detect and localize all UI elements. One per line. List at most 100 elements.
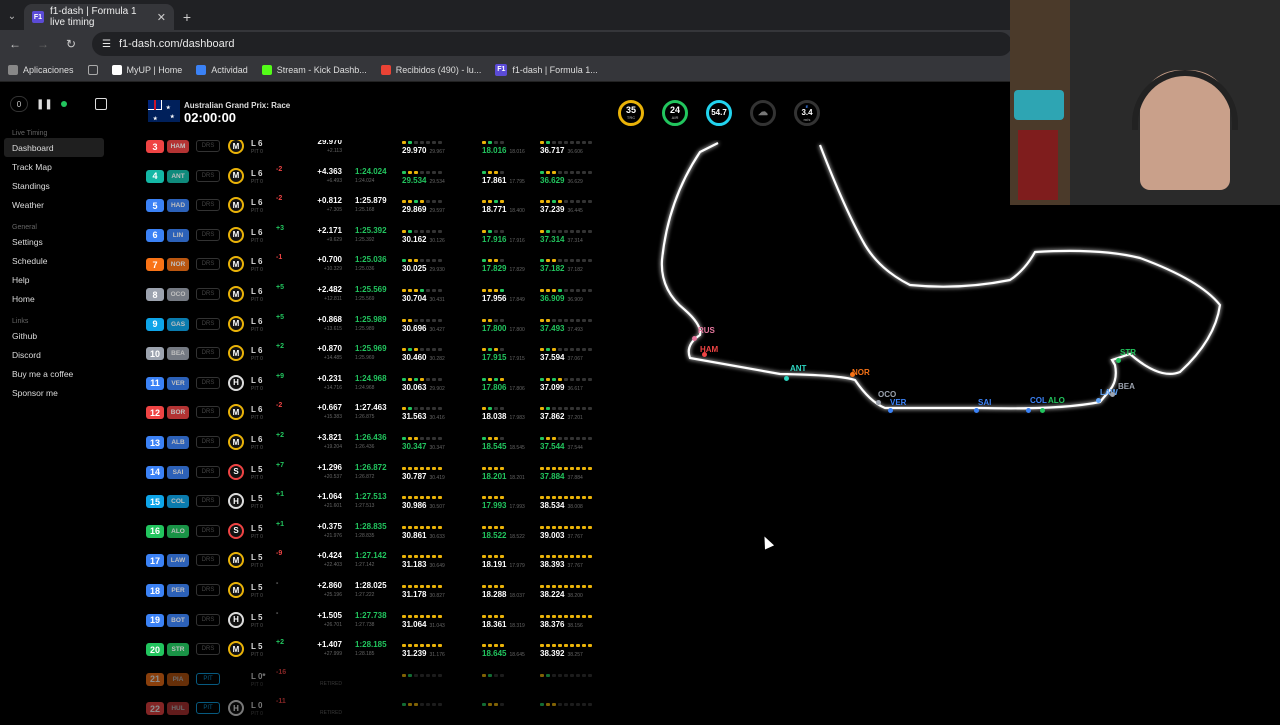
site-info-icon[interactable]: ☰: [102, 39, 111, 50]
forward-icon[interactable]: →: [36, 37, 50, 51]
sector-1: 30.347 30.347: [402, 428, 445, 457]
driver-row[interactable]: 20 STR DRS M L 5 PIT 0 +2 +1.407 +27.999 1:28.185…: [140, 635, 640, 665]
position-badge: 5: [146, 199, 164, 213]
position-delta: +5: [276, 313, 284, 321]
nav-help[interactable]: Help: [0, 270, 104, 289]
pit-count: PIT 0: [251, 445, 263, 451]
drs-indicator: DRS: [196, 140, 220, 152]
tyre-compound-icon: M: [228, 226, 244, 243]
driver-row[interactable]: 11 VER DRS H L 6 PIT 0 +9 +0.231 +14.716 1:24.968…: [140, 369, 640, 399]
drs-indicator: DRS: [196, 406, 220, 419]
sector-time: 31.563 30.416: [402, 412, 445, 422]
mini-sectors: [540, 348, 592, 352]
sector-1: 31.064 31.043: [402, 606, 445, 635]
back-icon[interactable]: ←: [8, 37, 22, 51]
position-badge: 3: [146, 140, 164, 153]
interval-gap: +1.407: [317, 640, 342, 650]
bookmark-myup[interactable]: MyUP | Home: [111, 64, 182, 75]
bookmark-apps[interactable]: Aplicaciones: [8, 64, 74, 75]
link-github[interactable]: Github: [0, 326, 104, 345]
mini-sectors: [540, 141, 592, 144]
driver-row[interactable]: 18 PER DRS M L 5 PIT 0 - +2.860 +25.196 1:28.025 1…: [140, 576, 640, 606]
driver-row[interactable]: 6 LIN DRS M L 6 PIT 0 +3 +2.171 +9.629 1:25.392 1:…: [140, 221, 640, 251]
nav-track-map[interactable]: Track Map: [0, 157, 104, 176]
leader-gap: +26.701: [323, 621, 342, 628]
driver-row[interactable]: 8 OCO DRS M L 6 PIT 0 +5 +2.482 +12.811 1:25.569 1…: [140, 280, 640, 310]
tyre-compound-icon: M: [228, 641, 244, 658]
pause-icon[interactable]: ❚❚: [36, 99, 53, 110]
interval-gap: +0.231: [317, 373, 342, 383]
best-lap-time: 1:28.835: [355, 532, 375, 539]
pit-count: PIT 0: [251, 385, 263, 392]
position-badge: 7: [146, 258, 164, 272]
link-discord[interactable]: Discord: [0, 345, 104, 364]
tyre-compound-icon: M: [228, 434, 244, 450]
position-delta: +2: [276, 639, 284, 647]
sector-1: 30.986 30.507: [402, 487, 445, 516]
nav-dashboard[interactable]: Dashboard: [4, 138, 104, 157]
best-lap-time: 1:24.024: [355, 177, 375, 184]
sidebar-toggle-icon[interactable]: [94, 98, 107, 110]
best-lap-time: 1:27.222: [355, 592, 375, 598]
sector-3: 37.239 36.445: [540, 191, 592, 220]
driver-row[interactable]: 4 ANT DRS M L 6 PIT 0 -2 +4.363 +6.493 1:24.024 1:…: [140, 162, 640, 192]
driver-row[interactable]: 10 BEA DRS M L 6 PIT 0 +2 +0.870 +14.485 1:25.969…: [140, 339, 640, 369]
driver-row[interactable]: 15 COL DRS H L 5 PIT 0 +1 +1.064 +21.601 1:27.513…: [140, 487, 640, 517]
interval-gap: +0.868: [317, 314, 342, 324]
sector-time: 37.884 37.884: [540, 471, 583, 481]
close-tab-icon[interactable]: ✕: [157, 11, 166, 24]
sector-2: [482, 694, 504, 720]
mini-sectors: [482, 170, 525, 174]
car-marker: [974, 408, 979, 413]
driver-row[interactable]: 14 SAI DRS S L 5 PIT 0 +7 +1.296 +20.537 1:26.872…: [140, 458, 640, 488]
pit-count: PIT 0: [251, 326, 263, 333]
browser-tab[interactable]: F1 f1-dash | Formula 1 live timing ✕: [24, 4, 174, 30]
mini-sectors: [482, 348, 525, 352]
bookmark-kick[interactable]: Stream - Kick Dashb...: [261, 64, 367, 75]
nav-settings[interactable]: Settings: [0, 232, 104, 251]
driver-row[interactable]: 19 BOT DRS H L 5 PIT 0- +1.505 +26.701 1:27.738 1…: [140, 606, 640, 636]
driver-row[interactable]: 9 GAS DRS M L 6 PIT 0 +5 +0.868 +13.615 1:25.989 1…: [140, 310, 640, 340]
driver-row[interactable]: 12 BOR DRS M L 6 PIT 0 -2 +0.667 +15.383 1:27.463…: [140, 398, 640, 428]
mini-sectors: [540, 170, 592, 174]
driver-row[interactable]: 16 ALO DRS S L 5 PIT 0 +1 +0.375 +21.976 1:28.835…: [140, 517, 640, 547]
nav-weather[interactable]: Weather: [0, 195, 104, 214]
bookmark-gmail[interactable]: Recibidos (490) - lu...: [380, 64, 481, 75]
race-clock: 02:00:00: [184, 110, 237, 125]
address-bar[interactable]: ☰ f1-dash.com/dashboard: [92, 32, 1012, 56]
driver-row[interactable]: 5 HAD DRS M L 6 PIT 0 -2 +0.812 +7.305 1:25.879 1:…: [140, 191, 640, 221]
tab-search-icon[interactable]: ⌄: [0, 2, 24, 30]
mini-sectors: [540, 496, 592, 500]
position-badge: 13: [146, 436, 164, 449]
best-lap-time: 1:24.968: [355, 384, 375, 391]
lap-count: L 6: [251, 287, 263, 296]
car-label: VER: [890, 398, 907, 407]
driver-row[interactable]: 3 HAM DRS M L 6 PIT 0 29.970 +2.113 29.970 29.967…: [140, 140, 640, 162]
sector-3: 38.392 38.257: [540, 635, 592, 664]
reload-icon[interactable]: ↻: [64, 37, 78, 51]
nav-schedule[interactable]: Schedule: [0, 251, 104, 270]
sector-time: [402, 679, 442, 688]
new-tab-icon[interactable]: +: [174, 4, 200, 30]
bookmark-f1dash[interactable]: F1 f1-dash | Formula 1...: [495, 63, 598, 76]
sector-1: 29.869 29.597: [402, 191, 445, 220]
leader-gap: +20.537: [323, 473, 342, 480]
link-buy-coffee[interactable]: Buy me a coffee: [0, 364, 104, 383]
bookmark-grid[interactable]: [87, 64, 98, 75]
nav-home[interactable]: Home: [0, 289, 104, 308]
nav-standings[interactable]: Standings: [0, 176, 104, 195]
link-sponsor[interactable]: Sponsor me: [0, 383, 104, 402]
interval-gap: +0.375: [317, 521, 342, 531]
bookmark-actividad[interactable]: Actividad: [196, 64, 248, 75]
driver-row[interactable]: 22 HUL PIT H L 0 PIT 0 -11 RETIRED: [140, 694, 640, 720]
driver-row[interactable]: 21 PIA PIT L 0* PIT 0 -16 RETIRED: [140, 665, 640, 695]
driver-row[interactable]: 13 ALB DRS M L 6 PIT 0 +2 +3.821 +19.204 1:26.436…: [140, 428, 640, 458]
delay-counter[interactable]: 0: [10, 96, 28, 112]
drs-indicator: PIT: [196, 702, 220, 715]
position-delta: -9: [276, 550, 283, 558]
driver-row[interactable]: 7 NOR DRS M L 6 PIT 0 -1 +0.700 +10.329 1:25.036 1…: [140, 250, 640, 280]
mini-sectors: [482, 496, 525, 500]
driver-row[interactable]: 17 LAW DRS M L 5 PIT 0 -9 +0.424 +22.403 1:27.142…: [140, 546, 640, 576]
mini-sectors: [482, 555, 525, 559]
driver-code-badge: ANT: [167, 169, 189, 183]
